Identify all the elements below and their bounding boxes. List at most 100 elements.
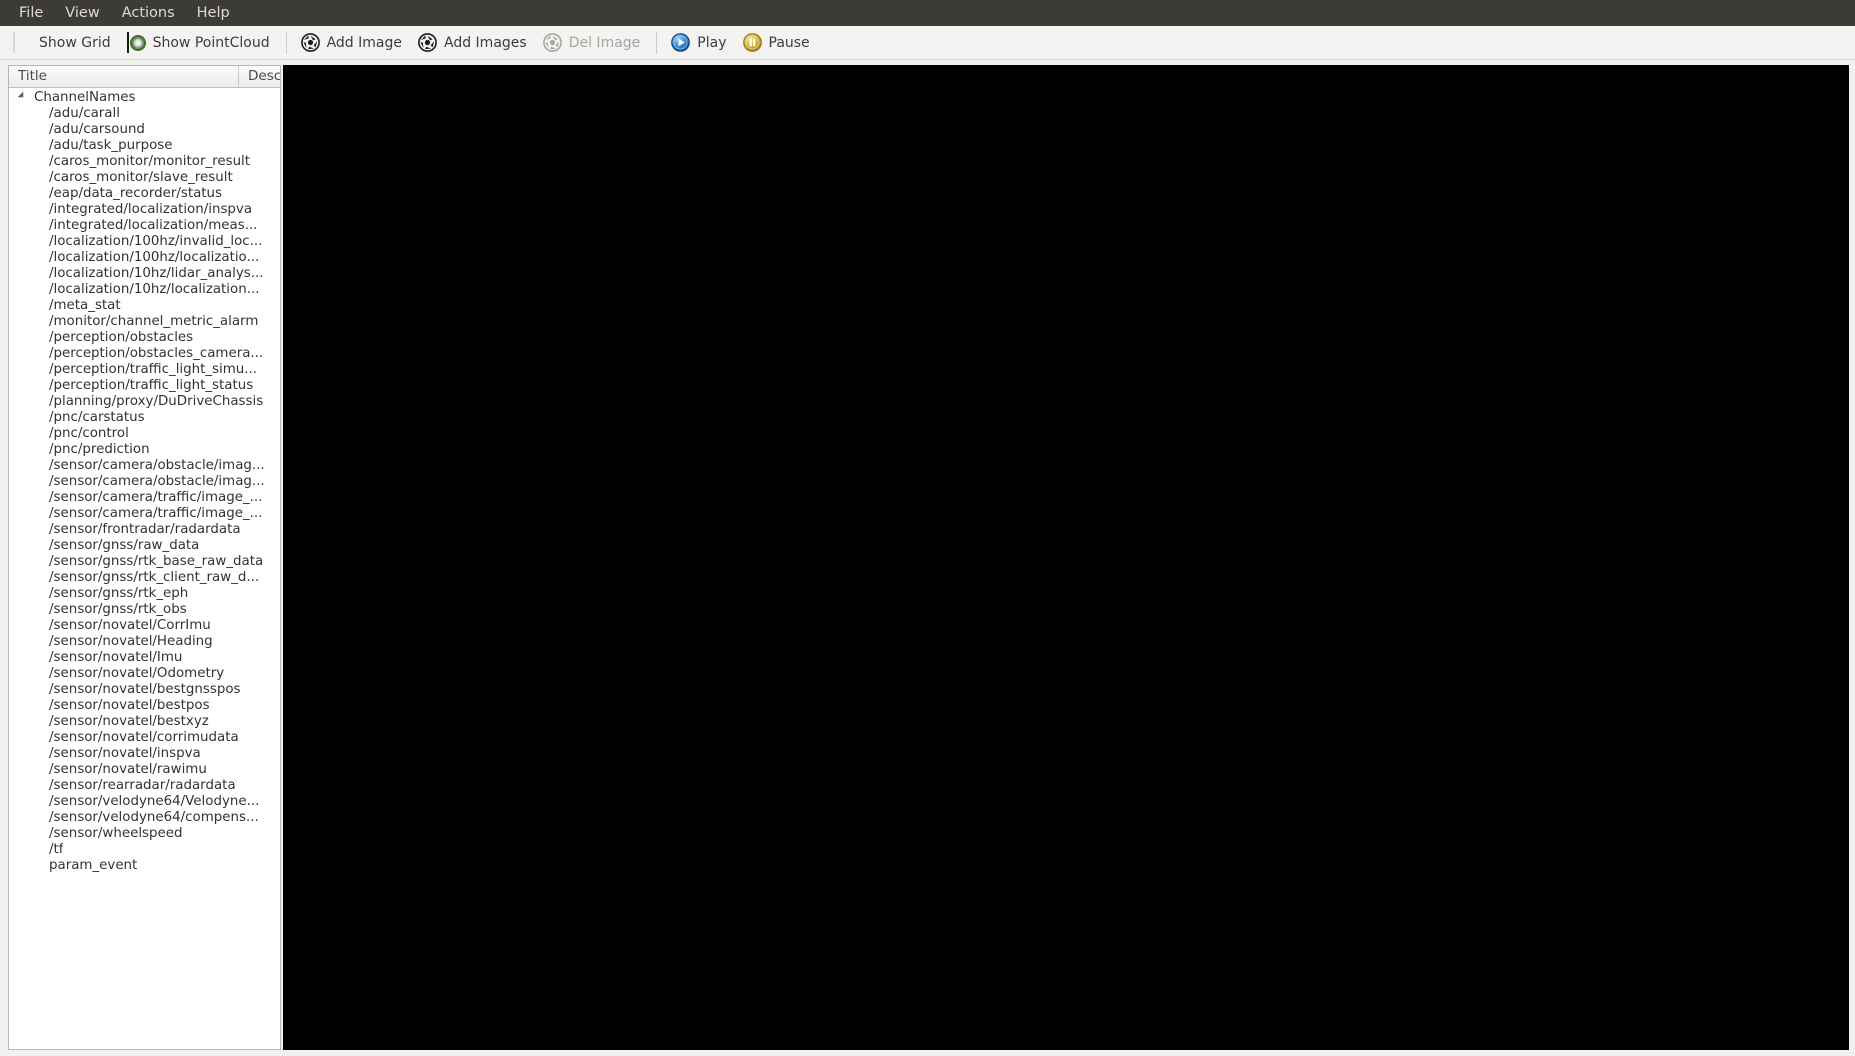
tree-item-channel[interactable]: /integrated/localization/meas...	[9, 218, 280, 234]
tree-item-channel[interactable]: /sensor/novatel/inspva	[9, 746, 280, 762]
tree-item-channel[interactable]: /sensor/camera/obstacle/imag...	[9, 458, 280, 474]
tree-item-label: /sensor/camera/traffic/image_...	[49, 490, 263, 505]
tree-item-channel[interactable]: /localization/100hz/invalid_loc...	[9, 234, 280, 250]
tree-item-channel[interactable]: /sensor/wheelspeed	[9, 826, 280, 842]
tree-item-channel[interactable]: /sensor/novatel/Heading	[9, 634, 280, 650]
tree-item-label: /sensor/gnss/rtk_base_raw_data	[49, 554, 264, 569]
tree-item-channel[interactable]: /monitor/channel_metric_alarm	[9, 314, 280, 330]
tree-item-label: /sensor/novatel/bestxyz	[49, 714, 209, 729]
tree-item-channel[interactable]: /sensor/gnss/rtk_client_raw_d...	[9, 570, 280, 586]
render-viewport[interactable]	[283, 65, 1849, 1050]
del-image-button[interactable]: Del Image	[536, 30, 648, 56]
add-images-label: Add Images	[444, 34, 527, 51]
aperture-icon	[300, 33, 320, 52]
tree-item-channel[interactable]: /tf	[9, 842, 280, 858]
tree-item-channel[interactable]: /sensor/novatel/CorrImu	[9, 618, 280, 634]
tree-item-channel[interactable]: /sensor/novatel/bestxyz	[9, 714, 280, 730]
tree-item-label: /meta_stat	[49, 298, 121, 313]
tree-item-channel[interactable]: /adu/task_purpose	[9, 138, 280, 154]
tree-item-label: /caros_monitor/monitor_result	[49, 154, 251, 169]
tree-item-label: /sensor/gnss/rtk_client_raw_d...	[49, 570, 260, 585]
tree-item-channel[interactable]: /perception/traffic_light_simu...	[9, 362, 280, 378]
add-images-button[interactable]: Add Images	[411, 30, 534, 56]
tree-item-label: /pnc/carstatus	[49, 410, 145, 425]
tree-item-channel[interactable]: /localization/10hz/lidar_analys...	[9, 266, 280, 282]
tree-item-channel[interactable]: /sensor/gnss/rtk_obs	[9, 602, 280, 618]
del-image-label: Del Image	[568, 34, 641, 51]
tree-item-channel[interactable]: /pnc/prediction	[9, 442, 280, 458]
tree-root-item[interactable]: ChannelNames	[9, 90, 280, 106]
aperture-icon	[418, 33, 437, 52]
show-grid-button[interactable]: Show Grid	[6, 30, 118, 56]
tree-item-label: param_event	[49, 858, 138, 873]
menu-actions[interactable]: Actions	[111, 1, 186, 25]
aperture-icon	[542, 33, 562, 52]
menu-view[interactable]: View	[54, 1, 110, 25]
tree-item-label: /integrated/localization/meas...	[49, 218, 258, 233]
tree-item-channel[interactable]: /adu/carall	[9, 106, 280, 122]
tree-item-channel[interactable]: /planning/proxy/DuDriveChassis	[9, 394, 280, 410]
tree-item-channel[interactable]: /integrated/localization/inspva	[9, 202, 280, 218]
tree-item-label: /perception/traffic_light_simu...	[49, 362, 258, 377]
tree-item-channel[interactable]: /sensor/novatel/bestpos	[9, 698, 280, 714]
tree-item-channel[interactable]: /caros_monitor/monitor_result	[9, 154, 280, 170]
tree-item-channel[interactable]: /sensor/velodyne64/Velodyne...	[9, 794, 280, 810]
tree-item-channel[interactable]: param_event	[9, 858, 280, 874]
tree-item-label: /monitor/channel_metric_alarm	[49, 314, 259, 329]
tree-item-channel[interactable]: /sensor/frontradar/radardata	[9, 522, 280, 538]
add-image-button[interactable]: Add Image	[294, 30, 409, 56]
play-button[interactable]: Play	[664, 30, 733, 56]
tree-item-channel[interactable]: /localization/10hz/localization...	[9, 282, 280, 298]
channel-tree-body[interactable]: ChannelNames /adu/carall/adu/carsound/ad…	[9, 88, 280, 1049]
tree-item-channel[interactable]: /pnc/control	[9, 426, 280, 442]
tree-item-channel[interactable]: /sensor/novatel/Odometry	[9, 666, 280, 682]
tree-item-label: /tf	[49, 842, 64, 857]
tree-column-header: Title Descri	[9, 66, 280, 88]
tree-item-channel[interactable]: /sensor/camera/traffic/image_...	[9, 506, 280, 522]
show-grid-label: Show Grid	[39, 34, 111, 51]
tree-item-channel[interactable]: /sensor/novatel/rawimu	[9, 762, 280, 778]
tree-item-label: /localization/100hz/invalid_loc...	[49, 234, 263, 249]
chevron-down-icon[interactable]	[17, 91, 29, 103]
tree-item-label: /localization/100hz/localizatio...	[49, 250, 260, 265]
tree-item-channel[interactable]: /eap/data_recorder/status	[9, 186, 280, 202]
menu-help[interactable]: Help	[186, 1, 241, 25]
tree-item-channel[interactable]: /adu/carsound	[9, 122, 280, 138]
tree-item-label: /sensor/novatel/Odometry	[49, 666, 225, 681]
tree-item-label: /adu/carsound	[49, 122, 145, 137]
tree-root-label: ChannelNames	[34, 90, 136, 105]
tree-item-channel[interactable]: /perception/obstacles_camera...	[9, 346, 280, 362]
tree-item-channel[interactable]: /sensor/gnss/raw_data	[9, 538, 280, 554]
tree-item-channel[interactable]: /sensor/camera/traffic/image_...	[9, 490, 280, 506]
tree-item-label: /adu/carall	[49, 106, 120, 121]
tree-item-channel[interactable]: /sensor/gnss/rtk_base_raw_data	[9, 554, 280, 570]
menu-file[interactable]: File	[8, 1, 54, 25]
tree-item-channel[interactable]: /sensor/novatel/bestgnsspos	[9, 682, 280, 698]
channel-tree-frame: Title Descri ChannelNames /adu/carall/ad…	[8, 65, 281, 1050]
tree-item-channel[interactable]: /meta_stat	[9, 298, 280, 314]
main-content: Title Descri ChannelNames /adu/carall/ad…	[0, 60, 1855, 1056]
tree-item-label: /sensor/velodyne64/Velodyne...	[49, 794, 260, 809]
tree-item-label: /sensor/camera/traffic/image_...	[49, 506, 263, 521]
tree-item-channel[interactable]: /caros_monitor/slave_result	[9, 170, 280, 186]
tree-item-channel[interactable]: /sensor/rearradar/radardata	[9, 778, 280, 794]
tree-item-label: /eap/data_recorder/status	[49, 186, 222, 201]
tree-item-label: /caros_monitor/slave_result	[49, 170, 233, 185]
tree-item-label: /sensor/novatel/CorrImu	[49, 618, 211, 633]
column-header-description[interactable]: Descri	[239, 66, 280, 87]
tree-item-channel[interactable]: /perception/obstacles	[9, 330, 280, 346]
tree-item-channel[interactable]: /sensor/novatel/Imu	[9, 650, 280, 666]
pause-button[interactable]: Pause	[736, 30, 817, 56]
tree-item-channel[interactable]: /perception/traffic_light_status	[9, 378, 280, 394]
tree-item-channel[interactable]: /sensor/camera/obstacle/imag...	[9, 474, 280, 490]
tree-item-label: /perception/obstacles_camera...	[49, 346, 264, 361]
tree-item-channel[interactable]: /sensor/velodyne64/compens...	[9, 810, 280, 826]
show-pointcloud-button[interactable]: Show PointCloud	[120, 30, 277, 56]
tree-item-channel[interactable]: /localization/100hz/localizatio...	[9, 250, 280, 266]
tree-item-channel[interactable]: /sensor/gnss/rtk_eph	[9, 586, 280, 602]
play-icon	[671, 33, 691, 52]
tree-item-label: /sensor/gnss/rtk_eph	[49, 586, 189, 601]
column-header-title[interactable]: Title	[9, 66, 239, 87]
tree-item-channel[interactable]: /sensor/novatel/corrimudata	[9, 730, 280, 746]
tree-item-channel[interactable]: /pnc/carstatus	[9, 410, 280, 426]
